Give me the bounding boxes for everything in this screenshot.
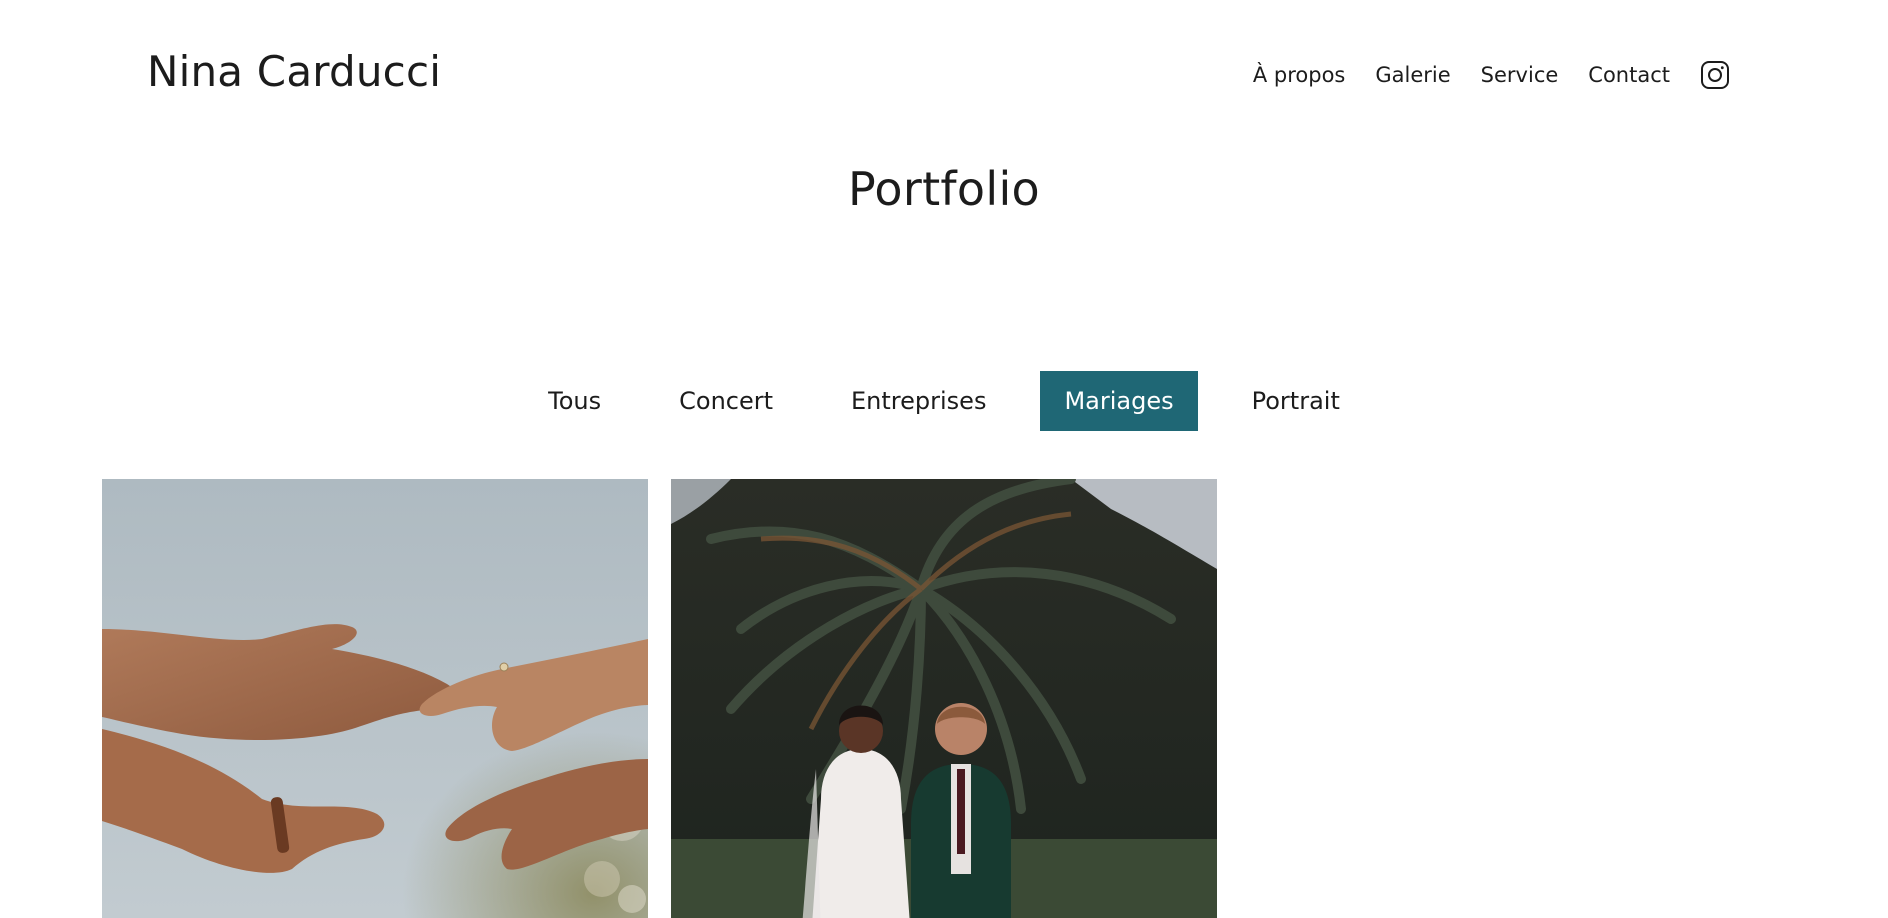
nav-link-contact[interactable]: Contact xyxy=(1588,60,1670,90)
filter-concert[interactable]: Concert xyxy=(655,371,797,431)
site-title[interactable]: Nina Carducci xyxy=(147,44,441,100)
filter-portrait[interactable]: Portrait xyxy=(1228,371,1364,431)
instagram-icon[interactable] xyxy=(1700,60,1730,90)
nav-link-gallery[interactable]: Galerie xyxy=(1375,60,1450,90)
filter-entreprises[interactable]: Entreprises xyxy=(827,371,1010,431)
portfolio-title: Portfolio xyxy=(848,162,1040,216)
filter-all[interactable]: Tous xyxy=(524,371,625,431)
filter-mariages[interactable]: Mariages xyxy=(1040,371,1198,431)
gallery-image-wedding-couple[interactable] xyxy=(671,479,1217,918)
gallery-image-hands-ring[interactable] xyxy=(102,479,648,918)
nav-link-service[interactable]: Service xyxy=(1481,60,1559,90)
nav-link-about[interactable]: À propos xyxy=(1253,60,1346,90)
page: Nina Carducci À propos Galerie Service C… xyxy=(0,0,1888,918)
gallery-filters: Tous Concert Entreprises Mariages Portra… xyxy=(0,371,1888,431)
main-nav: À propos Galerie Service Contact xyxy=(1253,60,1730,90)
